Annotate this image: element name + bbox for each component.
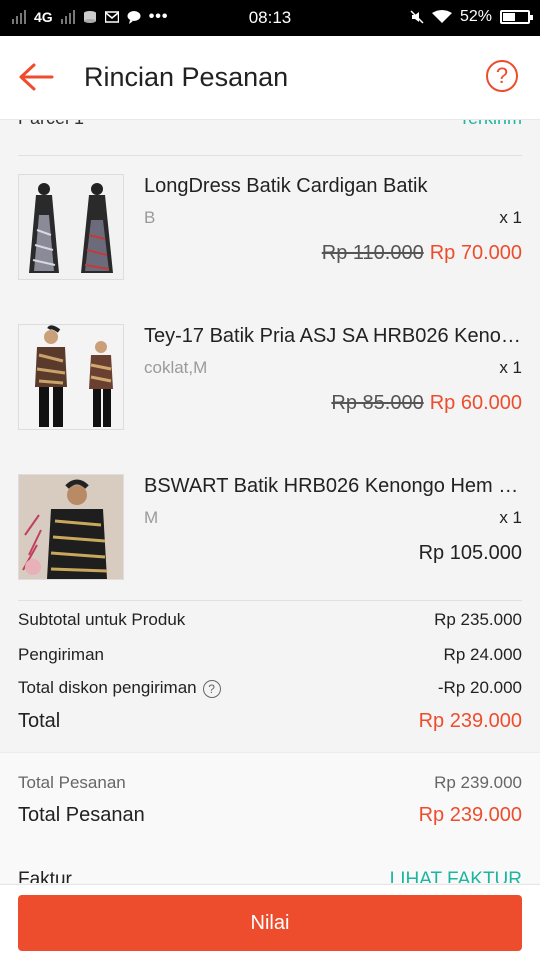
shipping-value: Rp 24.000 (443, 645, 522, 664)
page-title: Rincian Pesanan (84, 62, 289, 92)
view-invoice-link[interactable]: LIHAT FAKTUR (390, 869, 522, 883)
sale-price: Rp 60.000 (429, 392, 522, 414)
bottom-bar: Nilai (0, 884, 540, 961)
order-total-value: Rp 239.000 (418, 804, 522, 826)
total-label: Total (18, 710, 61, 732)
question-circle-icon[interactable]: ? (486, 60, 518, 92)
product-qty: x 1 (499, 208, 522, 227)
product-variation: coklat,M (144, 358, 208, 377)
wifi-icon (431, 10, 452, 23)
subtotal-row: Subtotal untuk Produk Rp 235.000 (18, 610, 522, 630)
product-name: Tey-17 Batik Pria ASJ SA HRB026 Kenongo … (144, 325, 522, 347)
order-total-small-row: Total Pesanan Rp 239.000 (18, 773, 522, 793)
product-price: Rp 105.000 (419, 542, 522, 565)
order-total-card: Total Pesanan Rp 239.000 Total Pesanan R… (0, 752, 540, 883)
rate-button[interactable]: Nilai (18, 895, 522, 951)
shipping-row: Pengiriman Rp 24.000 (18, 645, 522, 665)
mute-icon (410, 10, 424, 24)
order-total-label: Total Pesanan (18, 773, 126, 792)
status-bar: 4G ••• 08:13 52% (0, 0, 540, 36)
shipping-discount-row: Total diskon pengiriman? -Rp 20.000 (18, 678, 522, 698)
product-item[interactable]: BSWART Batik HRB026 Kenongo Hem Batik M … (18, 474, 522, 584)
price: Rp 105.000 (418, 542, 522, 564)
product-name: LongDress Batik Cardigan Batik (144, 175, 428, 197)
product-qty: x 1 (499, 508, 522, 527)
product-qty: x 1 (499, 358, 522, 377)
divider (18, 600, 522, 601)
parcel-card: Parcel 1 Terkirim LongDress Batik Cardig… (0, 120, 540, 752)
product-price: Rp 110.000 Rp 70.000 (322, 242, 522, 265)
subtotal-label: Subtotal untuk Produk (18, 610, 186, 629)
product-image (18, 324, 124, 430)
battery-percent: 52% (459, 8, 492, 25)
invoice-row: Faktur LIHAT FAKTUR (18, 869, 522, 883)
shipping-discount-label: Total diskon pengiriman (18, 678, 197, 697)
total-row: Total Rp 239.000 (18, 710, 522, 733)
product-variation: M (144, 508, 159, 527)
order-total-big-row: Total Pesanan Rp 239.000 (18, 804, 522, 827)
sale-price: Rp 70.000 (429, 242, 522, 264)
order-total-value: Rp 239.000 (434, 773, 522, 792)
arrow-left-icon[interactable] (18, 62, 54, 92)
parcel-label: Parcel 1 (18, 120, 84, 129)
product-item[interactable]: Tey-17 Batik Pria ASJ SA HRB026 Kenongo … (18, 324, 522, 434)
product-price: Rp 85.000 Rp 60.000 (331, 392, 522, 415)
product-item[interactable]: LongDress Batik Cardigan Batik B x 1 Rp … (18, 174, 522, 284)
battery-icon (500, 10, 533, 24)
total-value: Rp 239.000 (418, 710, 522, 732)
app-header: Rincian Pesanan ? (0, 36, 540, 120)
shipping-label: Pengiriman (18, 645, 104, 664)
product-name: BSWART Batik HRB026 Kenongo Hem Batik (144, 475, 522, 497)
product-image (18, 474, 124, 580)
parcel-status[interactable]: Terkirim (459, 120, 522, 129)
invoice-label: Faktur (18, 869, 72, 883)
subtotal-value: Rp 235.000 (434, 610, 522, 629)
shipping-discount-value: -Rp 20.000 (437, 678, 522, 697)
parcel-header: Parcel 1 Terkirim (18, 120, 522, 146)
product-variation: B (144, 208, 156, 227)
product-image (18, 174, 124, 280)
divider (18, 155, 522, 156)
original-price: Rp 85.000 (331, 392, 424, 414)
order-total-label: Total Pesanan (18, 804, 145, 826)
question-circle-icon[interactable]: ? (202, 679, 221, 698)
original-price: Rp 110.000 (321, 242, 424, 264)
